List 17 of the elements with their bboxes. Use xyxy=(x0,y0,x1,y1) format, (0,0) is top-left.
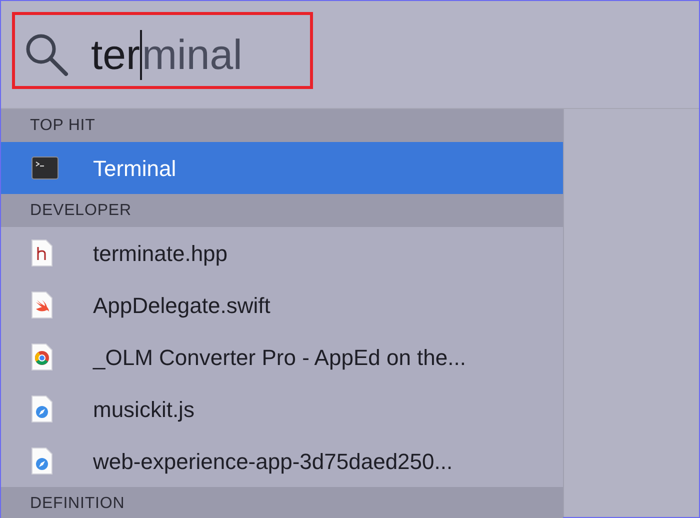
file-icon xyxy=(31,343,53,371)
file-icon xyxy=(31,447,53,475)
terminal-icon xyxy=(31,156,59,180)
section-header: DEVELOPER xyxy=(30,200,132,220)
file-icon xyxy=(31,395,53,423)
result-item[interactable]: Terminal xyxy=(1,142,563,194)
result-item[interactable]: AppDelegate.swift xyxy=(1,279,563,331)
section-header: TOP HIT xyxy=(30,116,96,136)
file-icon xyxy=(31,291,53,319)
section-header: DEFINITION xyxy=(30,494,125,514)
result-item[interactable]: _OLM Converter Pro - AppEd on the... xyxy=(1,331,563,383)
search-bar[interactable]: terminal xyxy=(1,1,699,108)
search-field[interactable]: terminal xyxy=(91,30,242,80)
result-item[interactable]: musickit.js xyxy=(1,383,563,435)
result-item[interactable]: web-experience-app-3d75daed250... xyxy=(1,435,563,487)
file-icon xyxy=(31,239,53,267)
result-item[interactable]: terminate.hpp xyxy=(1,227,563,279)
